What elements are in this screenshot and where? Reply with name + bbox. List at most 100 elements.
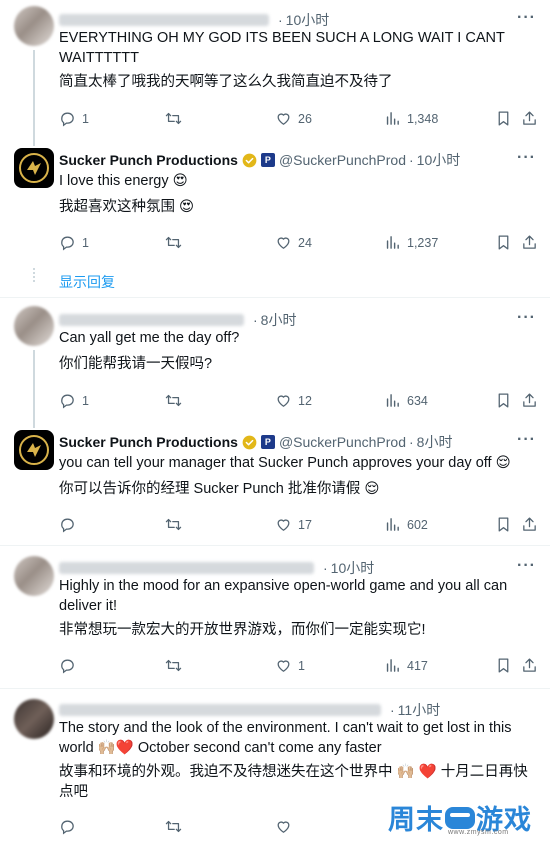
sucker-punch-logo-icon bbox=[19, 153, 49, 183]
reply-button[interactable] bbox=[59, 657, 82, 674]
timestamp[interactable]: 10小时 bbox=[286, 10, 330, 30]
avatar[interactable] bbox=[14, 699, 54, 739]
views-button[interactable]: 1,237 bbox=[384, 234, 438, 251]
display-name[interactable]: Sucker Punch Productions bbox=[59, 434, 238, 450]
avatar[interactable] bbox=[14, 306, 54, 346]
views-button[interactable]: 1,348 bbox=[384, 110, 438, 127]
view-count: 602 bbox=[407, 517, 428, 532]
retweet-button[interactable] bbox=[165, 392, 188, 409]
like-count: 1 bbox=[298, 658, 305, 673]
hidden-username[interactable] bbox=[59, 704, 381, 716]
bookmark-icon bbox=[498, 111, 509, 126]
reply-icon bbox=[61, 518, 74, 533]
sucker-punch-avatar[interactable] bbox=[14, 430, 54, 470]
tweet-text: The story and the look of the environmen… bbox=[59, 720, 512, 756]
share-button[interactable] bbox=[521, 392, 538, 409]
tweet-text: EVERYTHING OH MY GOD ITS BEEN SUCH A LON… bbox=[59, 30, 505, 66]
verified-badge-icon bbox=[242, 435, 257, 449]
divider bbox=[0, 688, 550, 689]
tweet-translation: 你们能帮我请一天假吗? bbox=[59, 356, 213, 372]
view-count: 1,237 bbox=[407, 235, 439, 250]
share-icon bbox=[523, 658, 536, 672]
bookmark-button[interactable] bbox=[495, 657, 512, 674]
reply-button[interactable]: 1 bbox=[59, 110, 89, 127]
retweet-icon bbox=[165, 236, 182, 249]
tweet-translation: 简直太棒了哦我的天啊等了这么久我简直迫不及待了 bbox=[59, 74, 393, 90]
retweet-button[interactable] bbox=[165, 657, 188, 674]
bar-chart-icon bbox=[386, 518, 399, 531]
retweet-button[interactable] bbox=[165, 110, 188, 127]
affiliate-badge-icon: P bbox=[260, 153, 275, 167]
reply-button[interactable] bbox=[59, 516, 82, 533]
tweet-actions: 1 26 1,348 bbox=[59, 110, 539, 130]
like-button[interactable]: 17 bbox=[275, 516, 312, 533]
bookmark-button[interactable] bbox=[495, 234, 512, 251]
retweet-button[interactable] bbox=[165, 818, 188, 835]
display-name[interactable]: Sucker Punch Productions bbox=[59, 152, 238, 168]
view-count: 634 bbox=[407, 393, 428, 408]
like-button[interactable]: 12 bbox=[275, 392, 312, 409]
share-button[interactable] bbox=[521, 234, 538, 251]
gamepad-icon bbox=[445, 806, 475, 829]
reply-count: 1 bbox=[82, 235, 89, 250]
like-button[interactable]: 24 bbox=[275, 234, 312, 251]
tweet-translation: 我超喜欢这种氛围 😍 bbox=[59, 199, 195, 215]
like-button[interactable]: 26 bbox=[275, 110, 312, 127]
more-options-icon[interactable]: ··· bbox=[517, 557, 536, 575]
bookmark-button[interactable] bbox=[495, 110, 512, 127]
more-options-icon[interactable]: ··· bbox=[517, 309, 536, 327]
reply-count: 1 bbox=[82, 393, 89, 408]
more-options-icon[interactable]: ··· bbox=[517, 149, 536, 167]
bar-chart-icon bbox=[386, 659, 399, 672]
bar-chart-icon bbox=[386, 236, 399, 249]
share-button[interactable] bbox=[521, 657, 538, 674]
views-button[interactable]: 417 bbox=[384, 657, 428, 674]
user-handle[interactable]: @SuckerPunchProd bbox=[279, 152, 406, 168]
reply-button[interactable]: 1 bbox=[59, 392, 89, 409]
tweet-translation: 故事和环境的外观。我迫不及待想迷失在这个世界中 🙌🏼 ❤️ 十月二日再快点吧 bbox=[59, 764, 528, 800]
reply-button[interactable]: 1 bbox=[59, 234, 89, 251]
retweet-icon bbox=[165, 112, 182, 125]
thread-line bbox=[33, 50, 35, 146]
tweet-translation: 非常想玩一款宏大的开放世界游戏，而你们一定能实现它! bbox=[59, 622, 426, 638]
tweet-text: you can tell your manager that Sucker Pu… bbox=[59, 455, 511, 471]
hidden-username[interactable] bbox=[59, 562, 314, 574]
tweet-header: Sucker Punch Productions P @SuckerPunchP… bbox=[59, 432, 453, 452]
show-replies-link[interactable]: 显示回复 bbox=[59, 272, 115, 292]
retweet-icon bbox=[165, 820, 182, 833]
share-icon bbox=[523, 517, 536, 531]
hidden-username[interactable] bbox=[59, 14, 269, 26]
bar-chart-icon bbox=[386, 394, 399, 407]
heart-icon bbox=[277, 113, 290, 125]
hidden-username[interactable] bbox=[59, 314, 244, 326]
more-options-icon[interactable]: ··· bbox=[517, 431, 536, 449]
timestamp[interactable]: 10小时 bbox=[417, 150, 461, 170]
timestamp[interactable]: 10小时 bbox=[331, 558, 375, 578]
bar-chart-icon bbox=[386, 112, 399, 125]
share-button[interactable] bbox=[521, 516, 538, 533]
bookmark-button[interactable] bbox=[495, 516, 512, 533]
share-button[interactable] bbox=[521, 110, 538, 127]
timestamp[interactable]: 8小时 bbox=[261, 310, 297, 330]
retweet-icon bbox=[165, 394, 182, 407]
retweet-button[interactable] bbox=[165, 516, 188, 533]
bookmark-button[interactable] bbox=[495, 392, 512, 409]
watermark-url: www.zmysm.com bbox=[448, 829, 509, 836]
thread-line bbox=[33, 350, 35, 428]
user-handle[interactable]: @SuckerPunchProd bbox=[279, 434, 406, 450]
like-count: 26 bbox=[298, 111, 312, 126]
reply-button[interactable] bbox=[59, 818, 82, 835]
sucker-punch-avatar[interactable] bbox=[14, 148, 54, 188]
views-button[interactable]: 634 bbox=[384, 392, 428, 409]
like-button[interactable]: 1 bbox=[275, 657, 305, 674]
like-button[interactable] bbox=[275, 818, 298, 835]
views-button[interactable]: 602 bbox=[384, 516, 428, 533]
avatar[interactable] bbox=[14, 556, 54, 596]
timestamp[interactable]: 11小时 bbox=[398, 700, 441, 720]
avatar[interactable] bbox=[14, 6, 54, 46]
retweet-button[interactable] bbox=[165, 234, 188, 251]
tweet-text: I love this energy 😍 bbox=[59, 173, 188, 189]
tweet-text: Highly in the mood for an expansive open… bbox=[59, 578, 508, 614]
more-options-icon[interactable]: ··· bbox=[517, 9, 536, 27]
timestamp[interactable]: 8小时 bbox=[417, 432, 453, 452]
